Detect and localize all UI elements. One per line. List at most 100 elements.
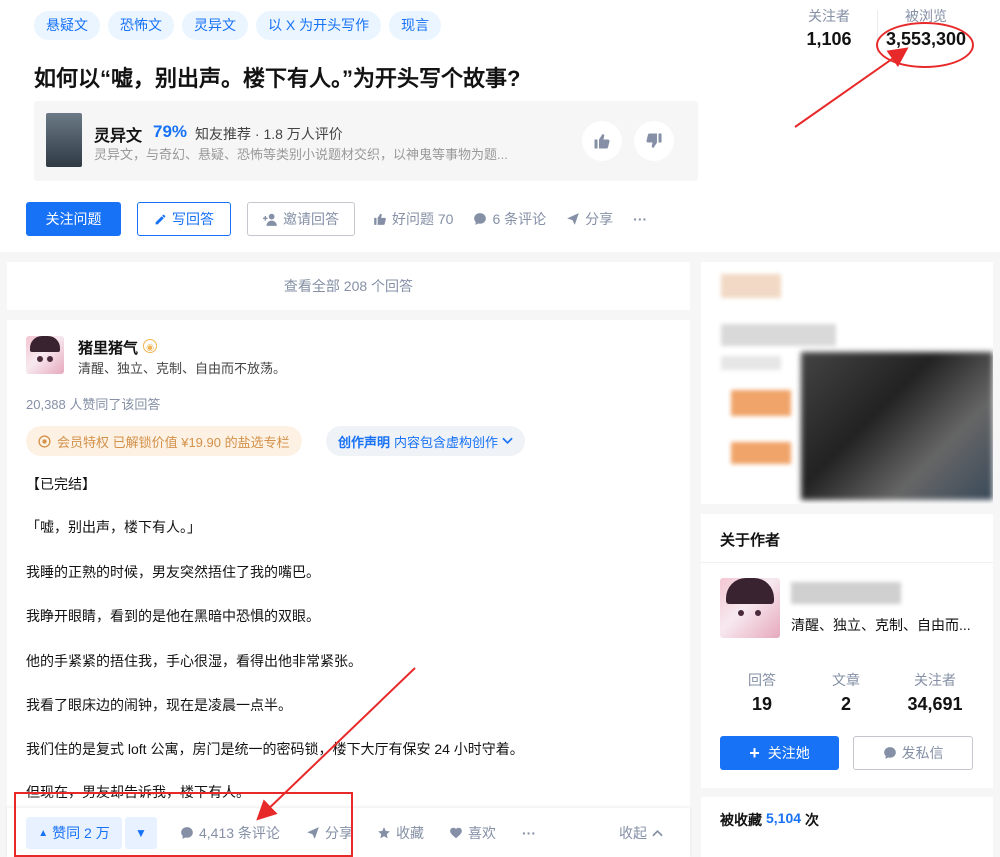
- answer-paragraph: 我们住的是复式 loft 公寓，房门是统一的密码锁，楼下大厅有保安 24 小时守…: [26, 741, 524, 757]
- author-avatar[interactable]: [720, 578, 780, 638]
- follow-question-button[interactable]: 关注问题: [26, 202, 121, 236]
- question-header: 悬疑文 恐怖文 灵异文 以 X 为开头写作 现言 如何以“嘘，别出声。楼下有人。…: [0, 0, 1000, 252]
- answers-count: 19: [751, 694, 773, 714]
- declaration-label: 创作声明: [338, 434, 391, 450]
- creation-declaration[interactable]: 创作声明 内容包含虚构创作: [326, 426, 526, 456]
- sidebar-promo-card[interactable]: [701, 262, 993, 504]
- answer-paragraph: 我睁开眼睛，看到的是他在黑暗中恐惧的双眼。: [26, 608, 320, 624]
- answer-paragraph: 我睡的正熟的时候，男友突然捂住了我的嘴巴。: [26, 564, 320, 580]
- write-answer-button[interactable]: 写回答: [137, 202, 231, 236]
- more-actions-button[interactable]: ···: [522, 817, 536, 849]
- message-icon: [883, 747, 896, 759]
- message-author-button[interactable]: 发私信: [853, 736, 973, 770]
- tag-suspense[interactable]: 悬疑文: [34, 11, 100, 40]
- collected-count: 5,104: [766, 810, 802, 826]
- badge-icon: ◉: [143, 339, 157, 353]
- chevron-up-icon: [652, 829, 663, 837]
- collected-card[interactable]: 被收藏 5,104 次: [701, 797, 993, 857]
- articles-label: 文章: [832, 672, 860, 688]
- articles-count: 2: [840, 694, 851, 714]
- annotation-box: [14, 792, 353, 857]
- author-name[interactable]: 猪里猪气: [78, 337, 138, 358]
- like-button[interactable]: 喜欢: [449, 817, 496, 849]
- thumbs-down-button[interactable]: [634, 121, 674, 161]
- author-followers-count: 34,691: [907, 694, 963, 714]
- topic-card[interactable]: 灵异文 79% 知友推荐 · 1.8 万人评价 灵异文，与奇幻、悬疑、恐怖等类别…: [34, 101, 698, 181]
- add-user-icon: [263, 213, 277, 226]
- blurred-image: [801, 352, 993, 500]
- good-question-button[interactable]: 好问题 70: [373, 209, 453, 229]
- invite-answer-button[interactable]: 邀请回答: [247, 202, 355, 236]
- divider: [701, 562, 993, 563]
- author-bio: 清醒、独立、克制、自由而不放荡。: [78, 361, 287, 376]
- question-actions: 关注问题 写回答 邀请回答 好问题 70 6 条评论 分享 ···: [26, 202, 647, 236]
- blurred-text: [721, 324, 836, 346]
- follow-author-button[interactable]: + 关注她: [720, 736, 839, 770]
- author-followers-label: 关注者: [914, 672, 956, 688]
- vip-text: 会员特权 已解锁价值 ¥19.90 的盐选专栏: [57, 434, 290, 450]
- star-icon: [378, 827, 390, 839]
- question-comments-button[interactable]: 6 条评论: [473, 209, 546, 229]
- thumbs-up-button[interactable]: [582, 121, 622, 161]
- blurred-logo: [721, 274, 781, 298]
- topic-cover-image: [46, 113, 82, 167]
- author-followers-stat[interactable]: 关注者 34,691: [889, 670, 981, 715]
- topic-name: 灵异文: [94, 128, 143, 145]
- collect-button[interactable]: 收藏: [377, 817, 424, 849]
- blurred-text: [721, 356, 781, 370]
- avatar[interactable]: [26, 336, 64, 374]
- collected-label: 被收藏: [720, 812, 762, 828]
- topic-desc: 灵异文，与奇幻、悬疑、恐怖等类别小说题材交织，以神鬼等事物为题...: [94, 147, 508, 162]
- author-card-bio: 清醒、独立、克制、自由而...: [791, 617, 971, 633]
- pencil-icon: [155, 214, 166, 224]
- question-title[interactable]: 如何以“嘘，别出声。楼下有人。”为开头写个故事?: [34, 61, 520, 93]
- write-answer-label: 写回答: [172, 211, 214, 227]
- share-question-button[interactable]: 分享: [566, 209, 613, 229]
- tag-romance[interactable]: 现言: [389, 11, 442, 40]
- coin-icon: [38, 434, 51, 448]
- question-comments-label: 6 条评论: [492, 211, 547, 227]
- followers-stat[interactable]: 关注者 1,106: [798, 6, 860, 50]
- collected-info: 被收藏 5,104 次: [720, 810, 819, 830]
- answer-paragraph: 他的手紧紧的捂住我，手心很湿，看得出他非常紧张。: [26, 653, 362, 669]
- followers-count: 1,106: [806, 29, 852, 49]
- answer-paragraph: 【已完结】: [26, 476, 96, 492]
- good-question-label: 好问题 70: [392, 211, 454, 227]
- answer-paragraph: 我看了眼床边的闹钟，现在是凌晨一点半。: [26, 697, 292, 713]
- plus-icon: +: [749, 742, 760, 763]
- topic-tags: 悬疑文 恐怖文 灵异文 以 X 为开头写作 现言: [34, 11, 442, 40]
- declaration-text: 内容包含虚构创作: [394, 434, 499, 450]
- annotation-circle: [876, 22, 974, 68]
- blurred-author-name: [791, 582, 901, 604]
- blurred-badge: [731, 442, 791, 464]
- collect-label: 收藏: [396, 825, 424, 841]
- fold-label: 收起: [619, 825, 647, 841]
- heart-icon: [450, 827, 462, 839]
- tag-horror[interactable]: 恐怖文: [108, 11, 174, 40]
- collected-unit: 次: [805, 812, 820, 828]
- follow-author-label: 关注她: [767, 745, 810, 761]
- view-all-answers-link[interactable]: 查看全部 208 个回答: [7, 262, 690, 310]
- answers-stat[interactable]: 回答 19: [722, 670, 802, 715]
- message-author-label: 发私信: [901, 745, 944, 761]
- vip-banner[interactable]: 会员特权 已解锁价值 ¥19.90 的盐选专栏: [26, 426, 302, 456]
- articles-stat[interactable]: 文章 2: [806, 670, 886, 715]
- fold-button[interactable]: 收起: [619, 817, 663, 849]
- tag-supernatural[interactable]: 灵异文: [182, 11, 248, 40]
- more-button[interactable]: ···: [633, 211, 647, 227]
- topic-percent: 79%: [153, 122, 188, 141]
- thumbs-up-icon: [594, 134, 610, 149]
- blurred-badge: [731, 390, 791, 416]
- answers-label: 回答: [748, 672, 776, 688]
- comment-icon: [474, 213, 487, 225]
- share-icon: [567, 213, 579, 225]
- topic-info: 知友推荐 · 1.8 万人评价: [195, 126, 343, 142]
- answer-paragraph: 「嘘，别出声，楼下有人。」: [26, 519, 201, 535]
- like-label: 喜欢: [468, 825, 496, 841]
- followers-label: 关注者: [808, 8, 850, 24]
- answer-card: 猪里猪气 ◉ 清醒、独立、克制、自由而不放荡。 20,388 人赞同了该回答 会…: [7, 320, 690, 857]
- chevron-down-icon: [502, 437, 513, 445]
- invite-answer-label: 邀请回答: [283, 211, 339, 227]
- vote-summary: 20,388 人赞同了该回答: [26, 397, 161, 412]
- tag-x-opening[interactable]: 以 X 为开头写作: [256, 11, 382, 40]
